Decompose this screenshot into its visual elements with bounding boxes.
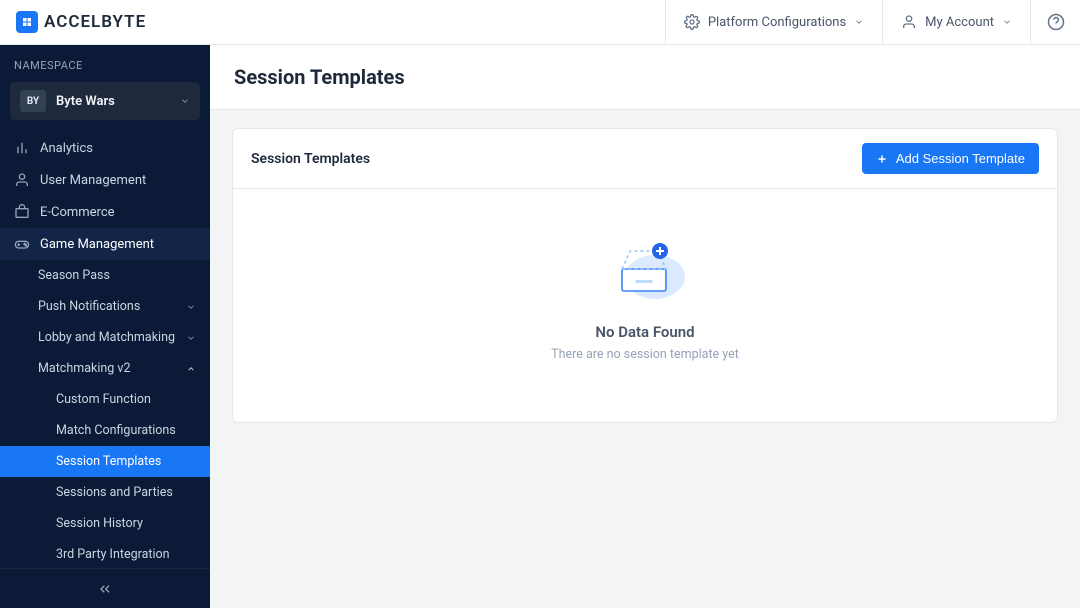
brand-name: ACCELBYTE [44, 12, 146, 32]
namespace-section-label: NAMESPACE [0, 45, 210, 82]
empty-state: No Data Found There are no session templ… [233, 189, 1057, 422]
add-session-template-button[interactable]: Add Session Template [862, 143, 1039, 174]
chevron-up-icon [186, 364, 196, 374]
sidebar-leaf-session-history[interactable]: Session History [0, 508, 210, 539]
brand-mark-icon [16, 11, 38, 33]
sidebar-sub-lobby-matchmaking[interactable]: Lobby and Matchmaking [0, 322, 210, 353]
brand: ACCELBYTE [0, 11, 146, 33]
empty-state-title: No Data Found [595, 323, 694, 341]
user-icon [901, 14, 917, 30]
card-title: Session Templates [251, 151, 862, 167]
double-chevron-left-icon [97, 581, 113, 597]
chevron-down-icon [180, 96, 190, 106]
sidebar-leaf-sessions-parties[interactable]: Sessions and Parties [0, 477, 210, 508]
sidebar-leaf-match-configurations[interactable]: Match Configurations [0, 415, 210, 446]
sidebar-item-label: Session Templates [56, 454, 161, 469]
sidebar-item-label: Match Configurations [56, 423, 176, 438]
my-account-menu[interactable]: My Account [882, 0, 1030, 44]
bar-chart-icon [14, 140, 30, 156]
user-icon [14, 172, 30, 188]
chevron-down-icon [186, 333, 196, 343]
sidebar-sub-push-notifications[interactable]: Push Notifications [0, 291, 210, 322]
namespace-name: Byte Wars [56, 94, 180, 109]
sidebar-item-label: Session History [56, 516, 143, 531]
namespace-picker[interactable]: BY Byte Wars [10, 82, 200, 120]
sidebar-item-label: Sessions and Parties [56, 485, 173, 500]
platform-configurations-label: Platform Configurations [708, 15, 846, 30]
chevron-down-icon [186, 302, 196, 312]
page-title: Session Templates [234, 65, 1056, 89]
sidebar-item-ecommerce[interactable]: E-Commerce [0, 196, 210, 228]
sidebar-item-label: Analytics [40, 141, 196, 156]
sidebar-sub-matchmaking-v2[interactable]: Matchmaking v2 [0, 353, 210, 384]
empty-state-subtitle: There are no session template yet [551, 347, 739, 362]
content-area: Session Templates Session Templates Add … [210, 45, 1080, 608]
sidebar-item-label: Custom Function [56, 392, 151, 407]
sidebar-item-label: Game Management [40, 237, 196, 252]
sidebar-item-analytics[interactable]: Analytics [0, 132, 210, 164]
my-account-label: My Account [925, 15, 994, 30]
sidebar-item-label: E-Commerce [40, 205, 196, 220]
chevron-down-icon [1002, 17, 1012, 27]
sidebar-item-label: 3rd Party Integration [56, 547, 170, 562]
sidebar-item-label: Push Notifications [38, 299, 186, 314]
namespace-badge: BY [20, 90, 46, 112]
sidebar-leaf-custom-function[interactable]: Custom Function [0, 384, 210, 415]
sidebar-sub-season-pass[interactable]: Season Pass [0, 260, 210, 291]
sidebar-leaf-session-templates[interactable]: Session Templates [0, 446, 210, 477]
sidebar-item-label: Lobby and Matchmaking [38, 330, 186, 345]
sidebar-collapse-button[interactable] [0, 568, 210, 608]
add-session-template-label: Add Session Template [896, 151, 1025, 166]
platform-configurations-menu[interactable]: Platform Configurations [665, 0, 882, 44]
gamepad-icon [14, 236, 30, 252]
sidebar-item-user-management[interactable]: User Management [0, 164, 210, 196]
session-templates-card: Session Templates Add Session Template N… [232, 128, 1058, 423]
help-button[interactable] [1030, 0, 1080, 44]
plus-icon [876, 153, 888, 165]
sidebar: NAMESPACE BY Byte Wars Analytics User Ma… [0, 45, 210, 608]
chevron-down-icon [854, 17, 864, 27]
sidebar-item-game-management[interactable]: Game Management [0, 228, 210, 260]
shop-icon [14, 204, 30, 220]
empty-illustration-icon [600, 237, 690, 307]
sidebar-item-label: Season Pass [38, 268, 196, 283]
page-header: Session Templates [210, 45, 1080, 110]
gear-icon [684, 14, 700, 30]
sidebar-leaf-3rd-party-integration[interactable]: 3rd Party Integration [0, 539, 210, 568]
help-icon [1047, 13, 1065, 31]
sidebar-item-label: Matchmaking v2 [38, 361, 186, 376]
sidebar-item-label: User Management [40, 173, 196, 188]
